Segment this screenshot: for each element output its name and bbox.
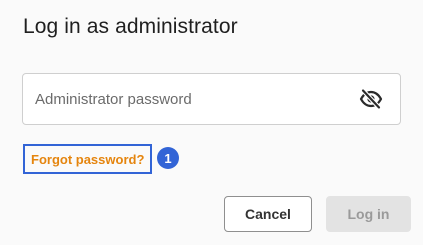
password-field[interactable] <box>22 73 401 125</box>
password-input[interactable] <box>23 74 355 124</box>
cancel-button[interactable]: Cancel <box>224 196 312 232</box>
admin-login-dialog: Log in as administrator Forgot password?… <box>0 0 423 245</box>
forgot-password-link[interactable]: Forgot password? <box>23 144 153 174</box>
dialog-title: Log in as administrator <box>23 15 238 38</box>
step-number-badge: 1 <box>157 147 179 169</box>
eye-slash-icon[interactable] <box>358 87 384 111</box>
login-button[interactable]: Log in <box>326 196 411 232</box>
